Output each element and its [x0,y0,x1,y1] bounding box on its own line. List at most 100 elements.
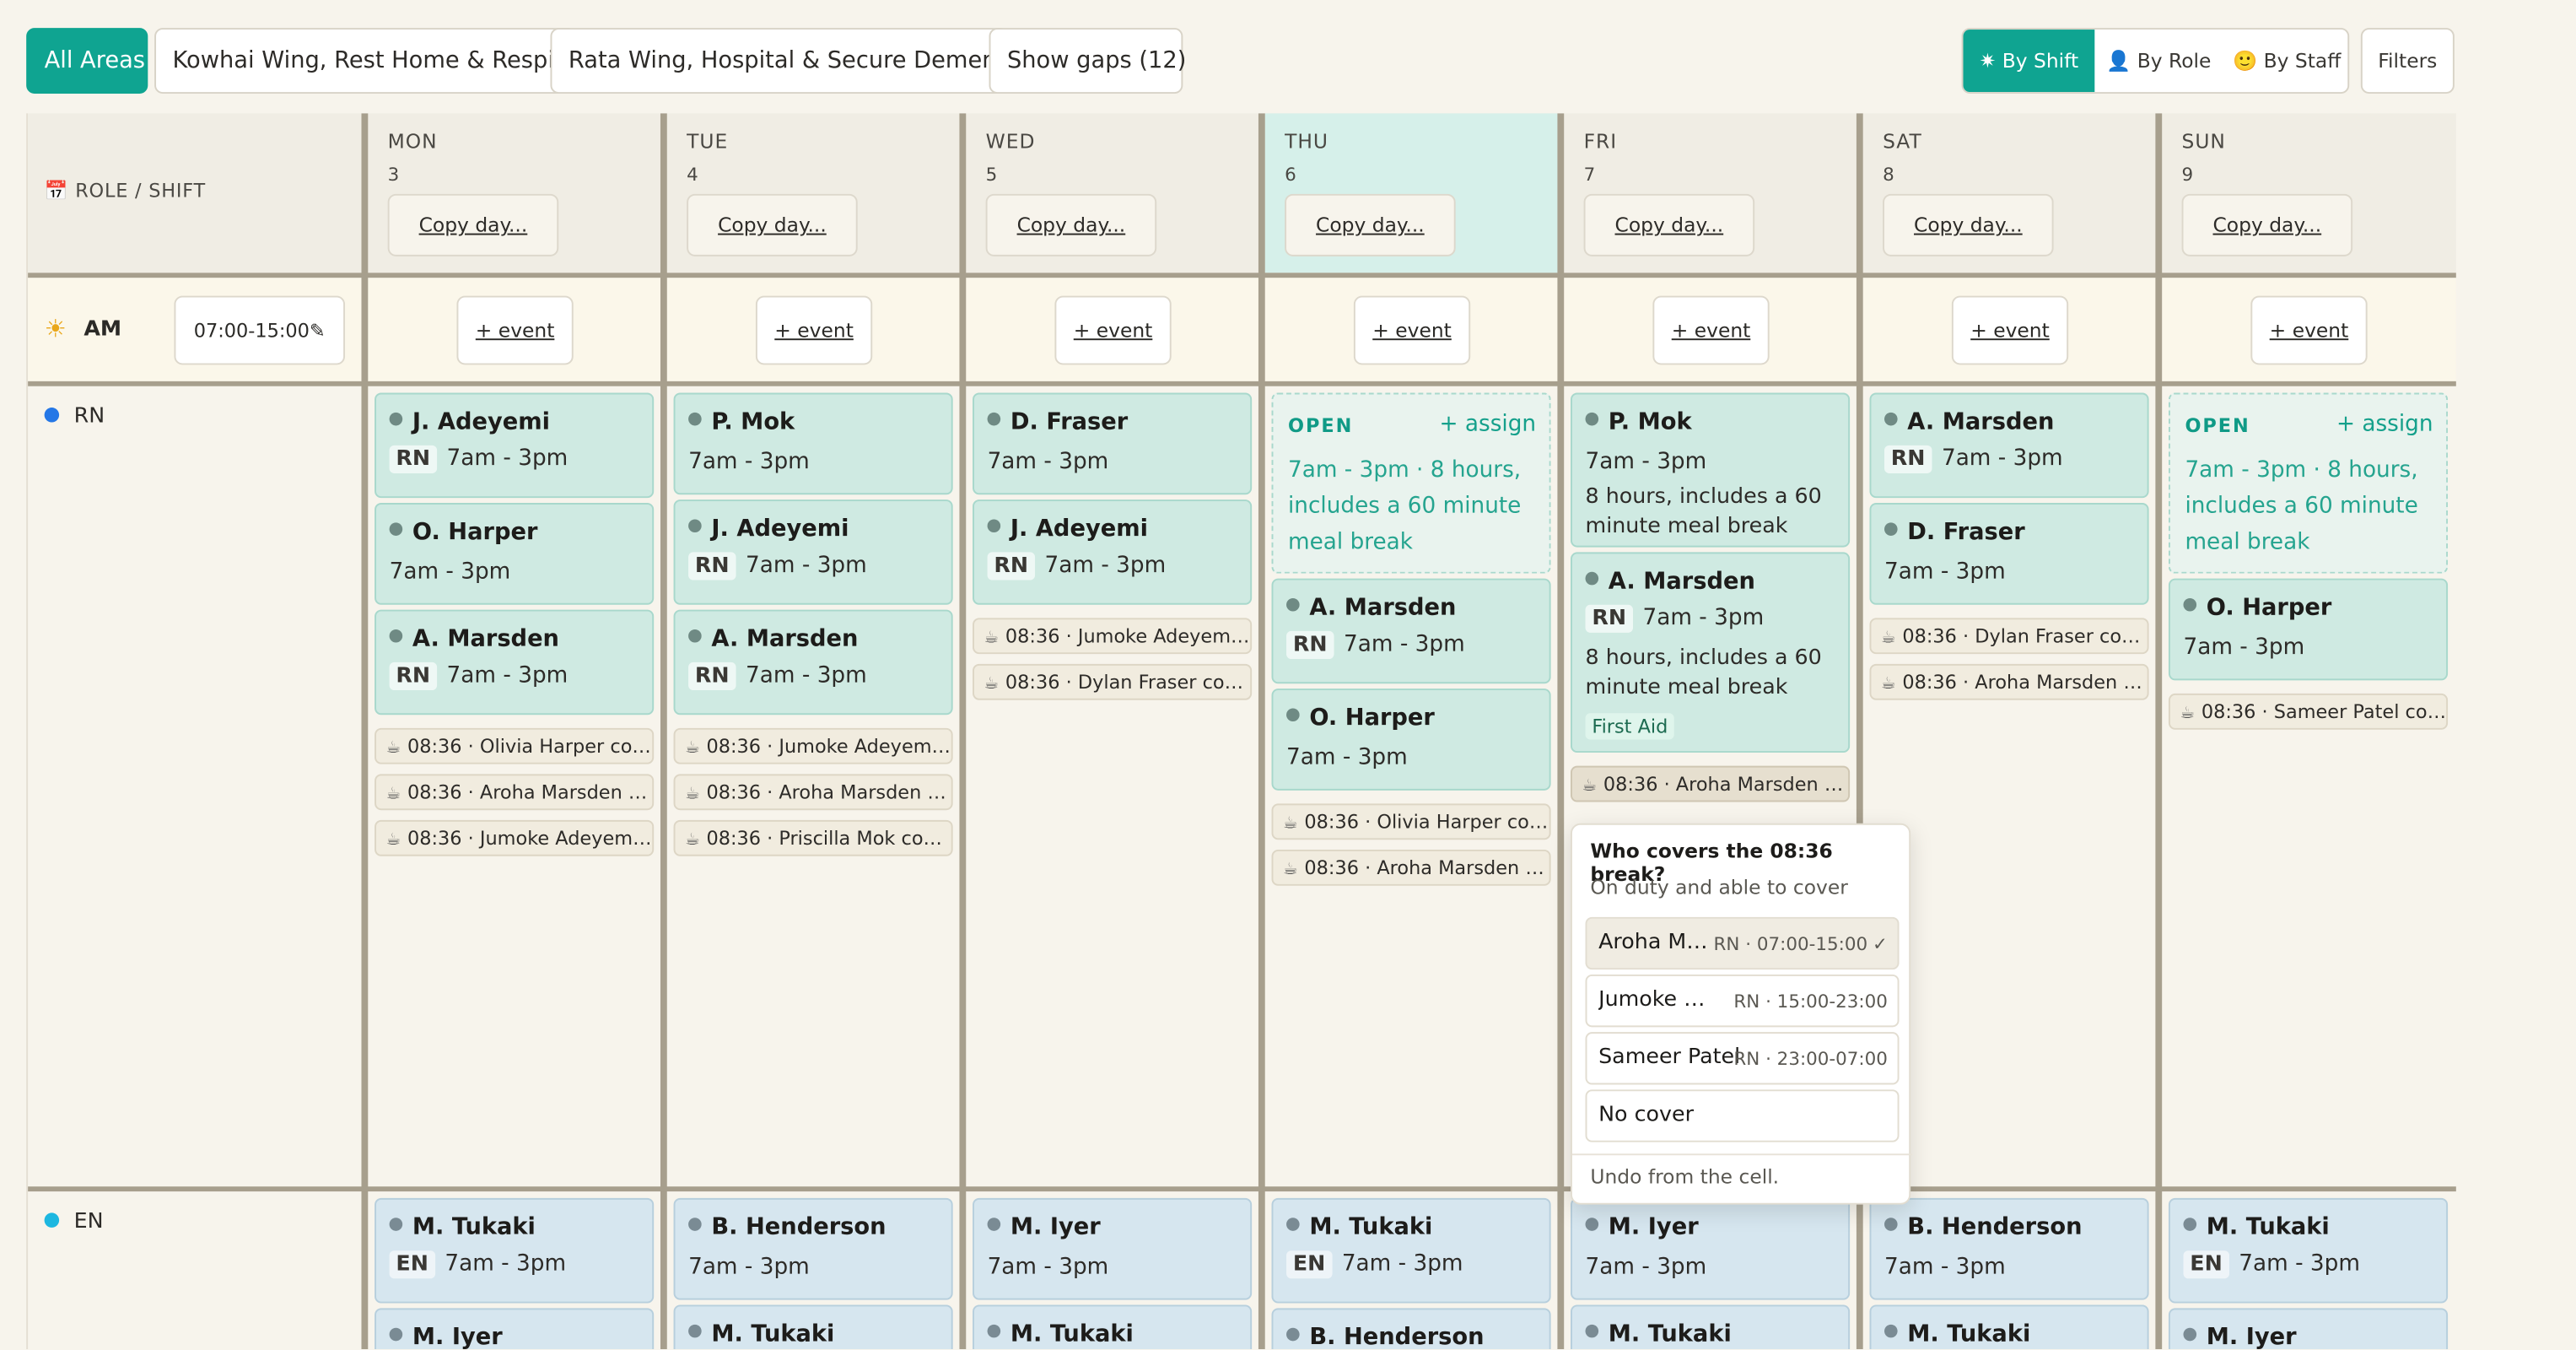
shift-card[interactable]: A. Marsden RN 7am - 3pm [1271,578,1551,684]
shift-card[interactable]: J. Adeyemi RN 7am - 3pm [673,500,953,605]
day-header-wed: WED 5 Copy day... [966,113,1258,273]
break-cover-pill[interactable]: ☕ 08:36 · Jumoke Adeyemi covers [375,819,655,856]
area-rata-button[interactable]: Rata Wing, Hospital & Secure Dementia [550,28,1027,94]
shift-card[interactable]: D. Fraser 7am - 3pm [973,392,1253,495]
shift-card[interactable]: M. Tukaki [673,1304,953,1350]
open-shift-card[interactable]: OPEN + assign 7am - 3pm · 8 hours, include… [2168,392,2449,574]
shift-card[interactable]: M. Iyer [2168,1308,2449,1350]
shift-card[interactable]: A. Marsden RN 7am - 3pm [673,609,953,716]
shift-card[interactable]: M. Tukaki [1869,1304,2149,1350]
assign-link[interactable]: + assign [1440,411,1537,437]
open-shift-card[interactable]: OPEN + assign 7am - 3pm · 8 hours, include… [1271,392,1551,574]
shift-card[interactable]: D. Fraser 7am - 3pm [1869,502,2149,605]
shift-card[interactable]: M. Iyer 7am - 3pm [973,1197,1253,1300]
break-cover-pill[interactable]: ☕ 08:36 · Aroha Marsden covers [673,774,953,811]
view-by-role[interactable]: 👤 By Role [2094,30,2223,92]
view-by-staff[interactable]: 🙂 By Staff [2223,30,2347,92]
row-divider [28,381,2456,386]
shift-card[interactable]: A. Marsden RN 7am - 3pm 8 hours, includes a… [1571,552,1851,753]
status-dot-icon [1585,1218,1599,1231]
break-cover-text: 08:36 · Dylan Fraser covers [1902,624,2149,648]
break-cover-pill[interactable]: ☕ 08:36 · Jumoke Adeyemi covers [673,727,953,764]
shift-card[interactable]: A. Marsden RN 7am - 3pm [375,609,655,716]
shift-card[interactable]: M. Tukaki [1571,1304,1851,1350]
break-cover-pill[interactable]: ☕ 08:36 · Dylan Fraser covers [1869,618,2149,655]
staff-name-text: M. Iyer [1608,1214,1699,1241]
coffee-cup-icon: ☕ [984,629,1000,648]
break-cover-text: 08:36 · Priscilla Mok covers [706,826,953,850]
break-cover-pill[interactable]: ☕ 08:36 · Aroha Marsden covers [375,774,655,811]
break-cover-pill[interactable]: ☕ 08:36 · Aroha Marsden covers [1869,663,2149,700]
status-dot-icon [389,1218,403,1231]
roster-app: All Areas Kowhai Wing, Rest Home & Respi… [0,0,2576,1350]
add-event-button-mon[interactable]: + event [456,295,574,365]
copy-day-button[interactable]: Copy day... [985,193,1157,256]
shift-card[interactable]: M. Tukaki EN 7am - 3pm [2168,1197,2449,1304]
shift-time-edit-button[interactable]: 07:00-15:00✎ [174,295,346,365]
shift-card[interactable]: M. Iyer [375,1308,655,1350]
shift-card[interactable]: O. Harper 7am - 3pm [1271,688,1551,791]
shift-card[interactable]: O. Harper 7am - 3pm [375,502,655,605]
pencil-icon: ✎ [309,318,326,343]
shift-card[interactable]: M. Tukaki [973,1304,1253,1350]
area-kowhai-button[interactable]: Kowhai Wing, Rest Home & Respite [154,28,577,94]
break-cover-pill[interactable]: ☕ 08:36 · Jumoke Adeyemi covers [973,618,1253,655]
status-dot-icon [1884,522,1898,536]
shift-card[interactable]: J. Adeyemi RN 7am - 3pm [375,392,655,499]
break-cover-pill[interactable]: ☕ 08:36 · Olivia Harper covers [1271,803,1551,840]
shift-time: 07:00-15:00 [193,318,310,343]
shift-time-text: 7am - 3pm [445,1250,567,1277]
copy-day-button[interactable]: Copy day... [1883,193,2054,256]
cover-option-none[interactable]: No cover [1585,1089,1900,1142]
shift-card[interactable]: M. Tukaki EN 7am - 3pm [1271,1197,1551,1304]
staff-name-text: P. Mok [711,408,795,436]
shift-card[interactable]: B. Henderson 7am - 3pm [673,1197,953,1300]
copy-day-button[interactable]: Copy day... [1285,193,1456,256]
shift-card[interactable]: P. Mok 7am - 3pm 8 hours, includes a 60 mi… [1571,392,1851,548]
break-cover-pill[interactable]: ☕ 08:36 · Priscilla Mok covers [673,819,953,856]
show-gaps-button[interactable]: Show gaps (12) [989,28,1186,94]
add-event-button-wed[interactable]: + event [1054,295,1172,365]
copy-day-button[interactable]: Copy day... [1583,193,1755,256]
copy-day-button[interactable]: Copy day... [387,193,559,256]
cover-option-jumoke[interactable]: Jumoke Adeyemi RN · 15:00-23:00 [1585,974,1900,1028]
shift-card[interactable]: M. Iyer 7am - 3pm [1571,1197,1851,1300]
staff-name: J. Adeyemi [389,409,550,435]
shift-card[interactable]: M. Tukaki EN 7am - 3pm [375,1197,655,1304]
break-cover-pill[interactable]: ☕ 08:36 · Sameer Patel covers [2168,693,2449,730]
role-shift-label: ROLE / SHIFT [75,179,207,202]
shift-card[interactable]: J. Adeyemi RN 7am - 3pm [973,500,1253,605]
view-by-shift[interactable]: ✷ By Shift [1963,30,2095,93]
shift-card[interactable]: B. Henderson 7am - 3pm [1869,1197,2149,1300]
add-event-button-sun[interactable]: + event [2250,295,2368,365]
column-divider [361,113,369,1350]
day-number: 9 [2181,164,2194,186]
filters-button[interactable]: Filters [2360,28,2455,94]
column-divider [660,113,667,1350]
add-event-button-tue[interactable]: + event [755,295,873,365]
shift-card[interactable]: P. Mok 7am - 3pm [673,392,953,495]
break-cover-pill[interactable]: ☕ 08:36 · Olivia Harper covers [375,727,655,764]
add-event-button-sat[interactable]: + event [1951,295,2069,365]
cover-option-role-time: RN · 07:00-15:00 [1713,933,1868,955]
cover-option-sameer[interactable]: Sameer Patel RN · 23:00-07:00 [1585,1032,1900,1085]
break-cover-pill[interactable]: ☕ 08:36 · Dylan Fraser covers [973,663,1253,700]
cover-option-aroha[interactable]: Aroha Marsden RN · 07:00-15:00✓ [1585,916,1900,970]
copy-day-button[interactable]: Copy day... [687,193,858,256]
shift-card[interactable]: B. Henderson [1271,1308,1551,1350]
add-event-button-thu[interactable]: + event [1353,295,1471,365]
shift-card[interactable]: A. Marsden RN 7am - 3pm [1869,392,2149,499]
assign-link[interactable]: + assign [2336,411,2433,437]
shift-time: 7am - 3pm [1884,1254,2006,1280]
copy-day-button[interactable]: Copy day... [2181,193,2353,256]
role-shift-corner: 📅 ROLE / SHIFT [28,113,363,273]
area-all-button[interactable]: All Areas [26,28,148,94]
break-cover-pill[interactable]: ☕ 08:36 · Aroha Marsden covers [1571,765,1851,802]
add-event-button-fri[interactable]: + event [1652,295,1770,365]
staff-name: A. Marsden [389,626,559,652]
shift-card[interactable]: O. Harper 7am - 3pm [2168,578,2449,681]
shift-time-text: 7am - 3pm [1585,1254,1707,1281]
break-cover-pill[interactable]: ☕ 08:36 · Aroha Marsden covers [1271,849,1551,886]
shift-time: 7am - 3pm [1286,744,1408,770]
coffee-cup-icon: ☕ [984,675,1000,694]
